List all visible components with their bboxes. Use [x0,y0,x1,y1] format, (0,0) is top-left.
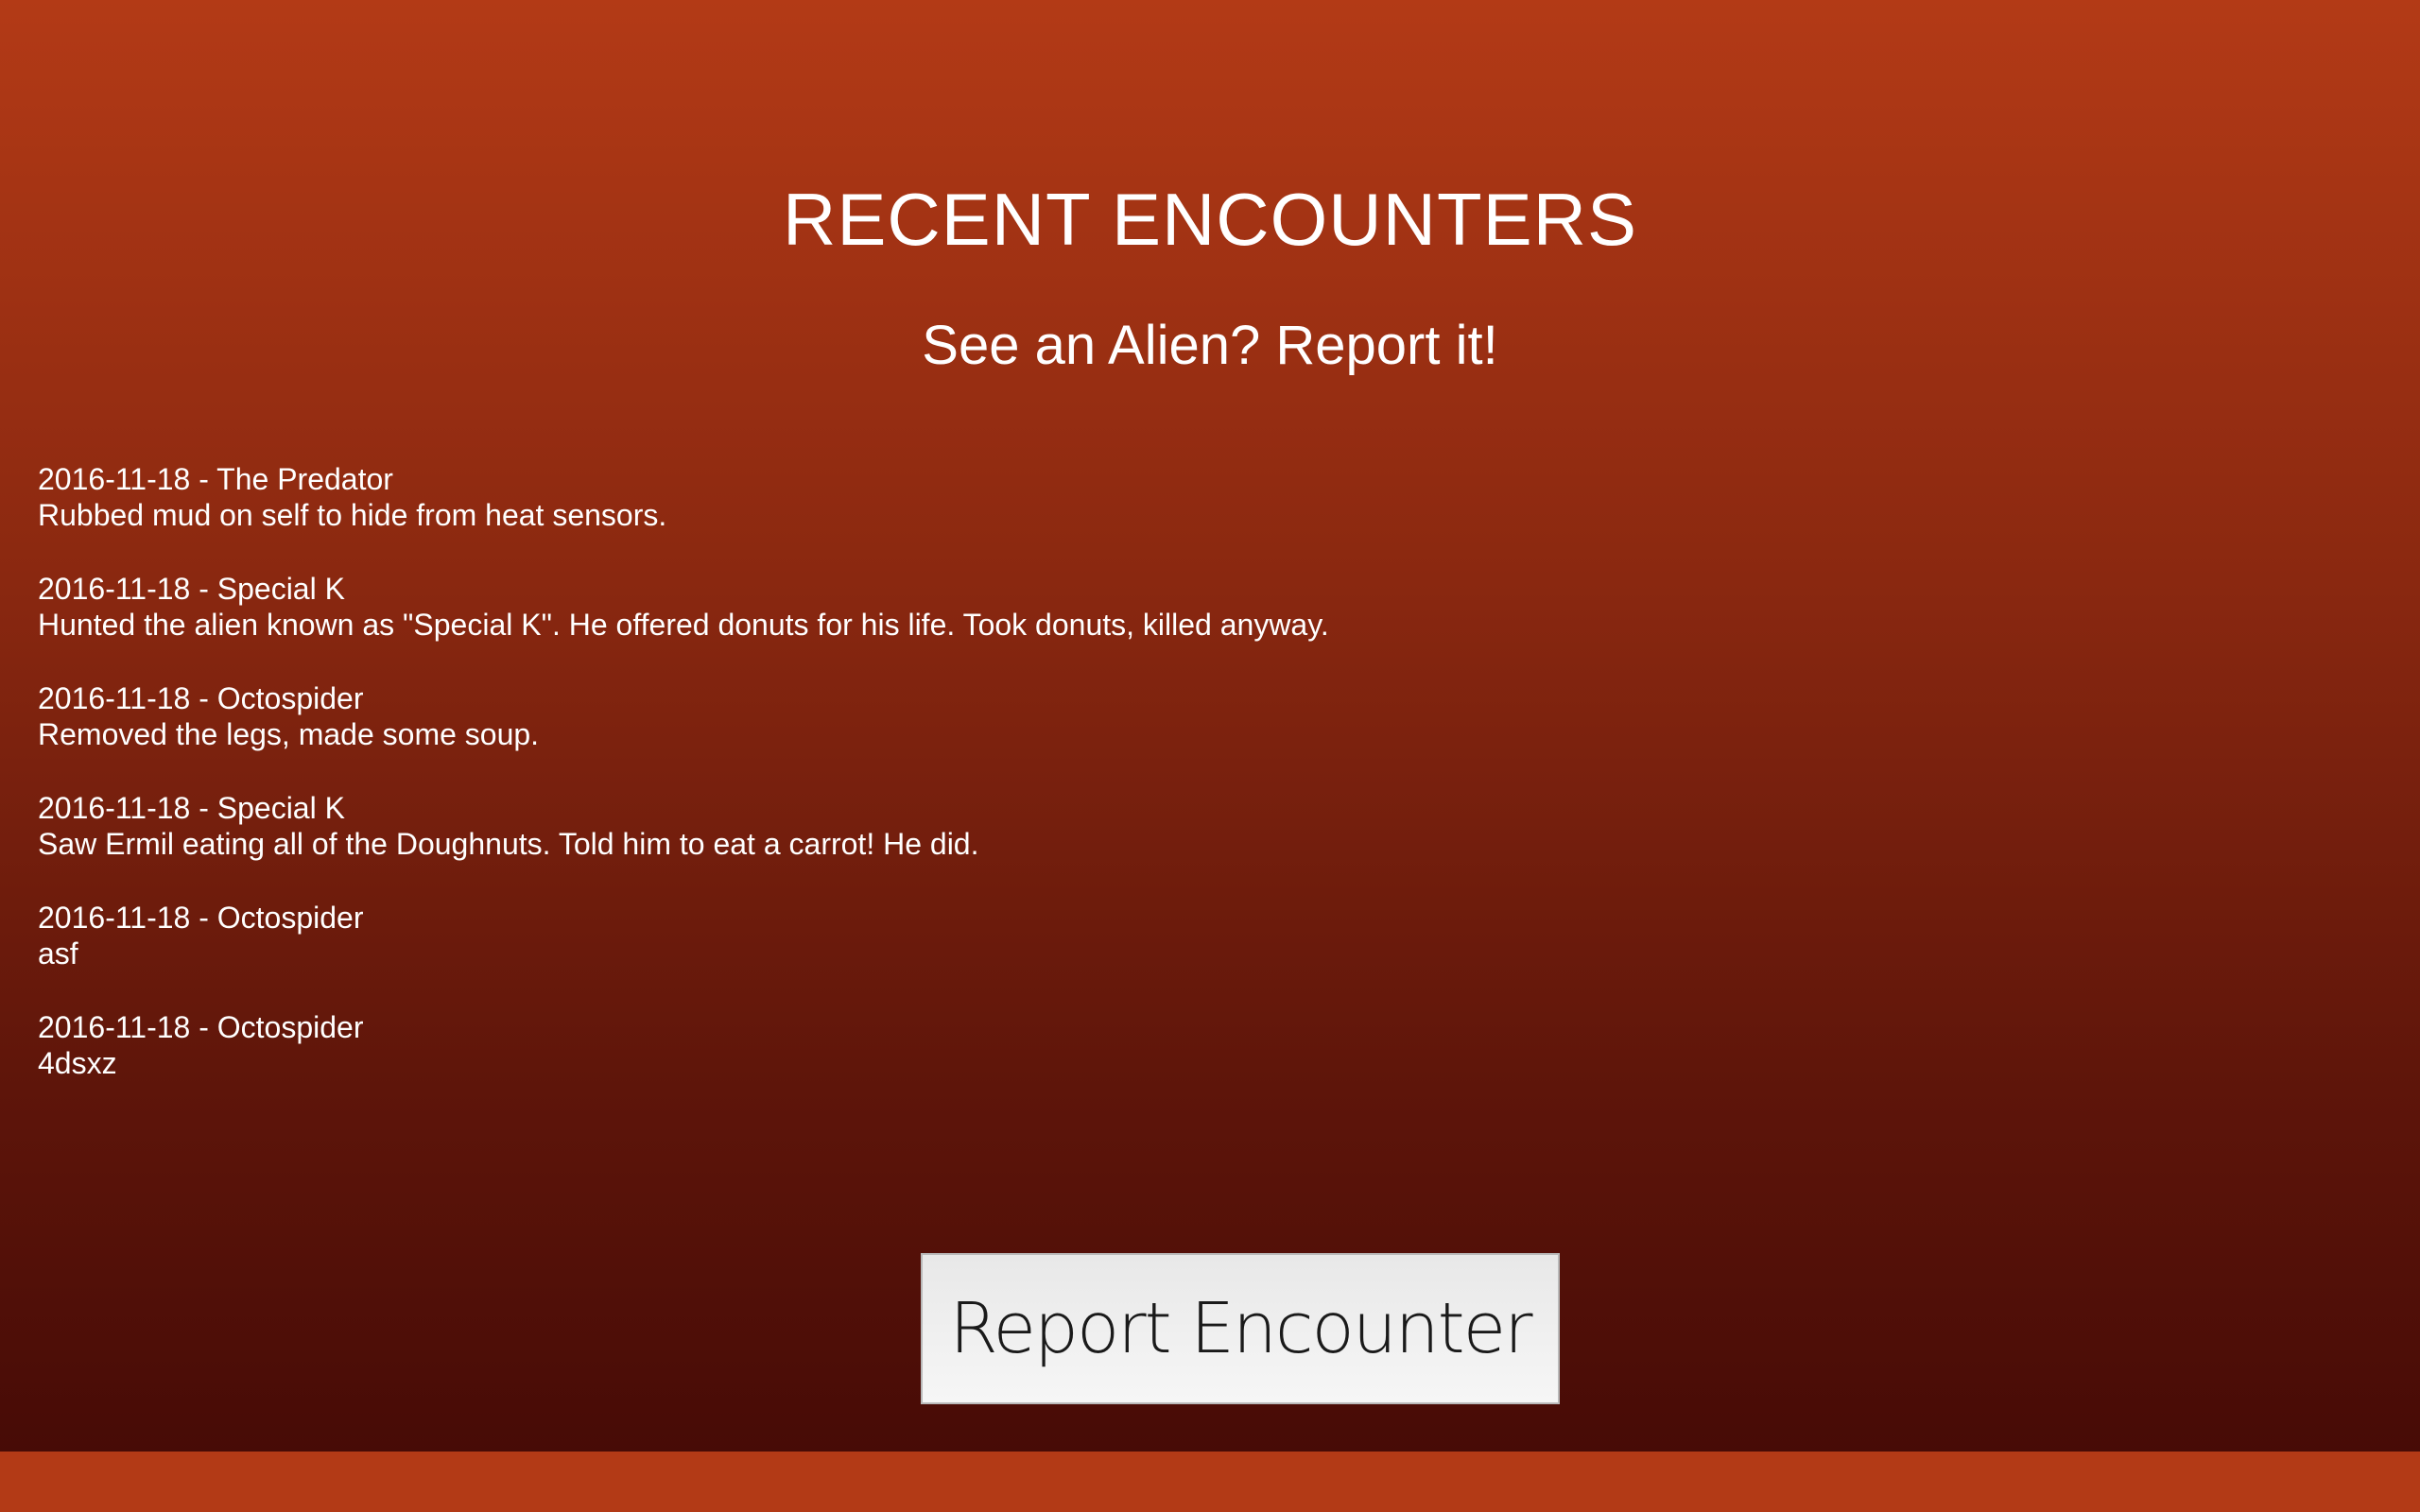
list-item: 2016-11-18 - Special K Saw Ermil eating … [38,790,2307,900]
encounter-header: 2016-11-18 - Special K [38,791,345,825]
encounter-description: Hunted the alien known as "Special K". H… [38,608,1329,642]
list-item: 2016-11-18 - The Predator Rubbed mud on … [38,461,2307,571]
encounter-description: Removed the legs, made some soup. [38,717,540,751]
page-subtitle: See an Alien? Report it! [922,315,1498,376]
encounter-header: 2016-11-18 - The Predator [38,462,393,496]
list-item: 2016-11-18 - Octospider Removed the legs… [38,680,2307,790]
page-background: RECENT ENCOUNTERS See an Alien? Report i… [0,0,2420,1452]
encounter-description: asf [38,936,78,971]
page-title: RECENT ENCOUNTERS [783,178,1637,261]
encounter-header: 2016-11-18 - Special K [38,572,345,606]
encounter-header: 2016-11-18 - Octospider [38,1010,364,1044]
list-item: 2016-11-18 - Octospider asf [38,900,2307,1009]
encounter-description: Saw Ermil eating all of the Doughnuts. T… [38,827,979,861]
report-encounter-button[interactable]: Report Encounter [921,1253,1560,1404]
encounter-list: 2016-11-18 - The Predator Rubbed mud on … [38,461,2307,1119]
encounter-header: 2016-11-18 - Octospider [38,901,364,935]
list-item: 2016-11-18 - Special K Hunted the alien … [38,571,2307,680]
list-item: 2016-11-18 - Octospider 4dsxz [38,1009,2307,1119]
encounter-description: Rubbed mud on self to hide from heat sen… [38,498,667,532]
encounter-header: 2016-11-18 - Octospider [38,681,364,715]
bottom-bar [0,1452,2420,1512]
encounter-description: 4dsxz [38,1046,117,1080]
